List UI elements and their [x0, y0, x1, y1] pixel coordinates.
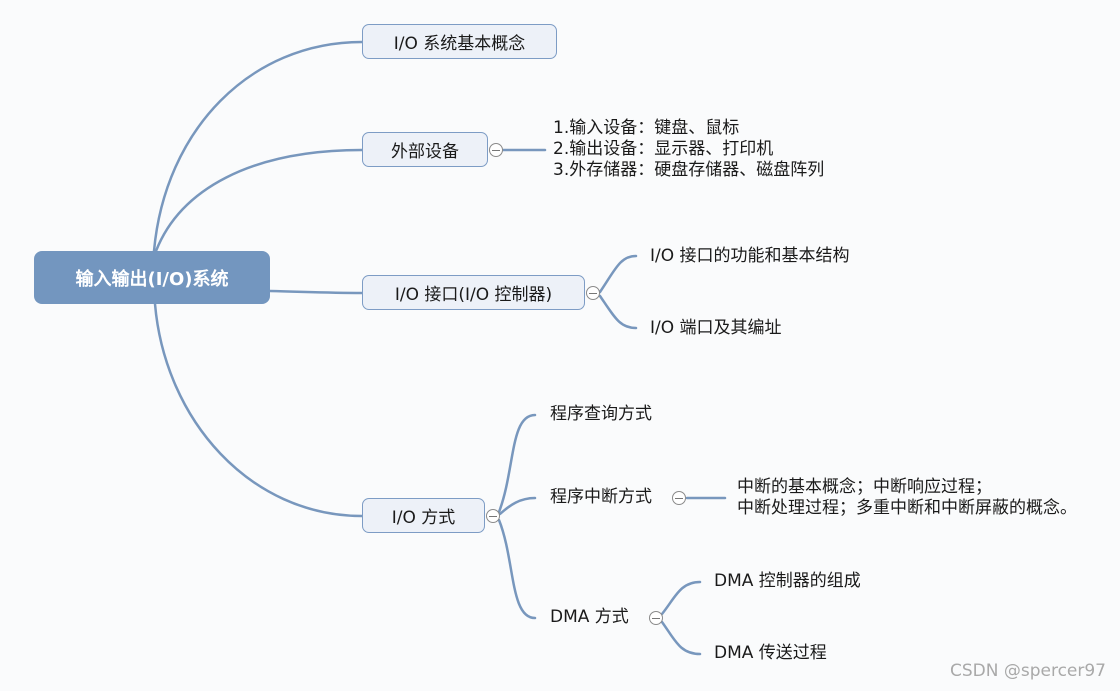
node-interface-function[interactable]: I/O 接口的功能和基本结构	[650, 246, 850, 267]
collapse-devices-icon[interactable]	[489, 143, 503, 157]
node-label: I/O 系统基本概念	[393, 34, 526, 54]
root-label: 输入输出(I/O)系统	[75, 268, 229, 290]
node-io-basic-concepts[interactable]: I/O 系统基本概念	[362, 24, 557, 59]
node-polling[interactable]: 程序查询方式	[550, 404, 652, 425]
detail-line: 2.输出设备：显示器、打印机	[553, 139, 774, 159]
node-io-interface[interactable]: I/O 接口(I/O 控制器)	[362, 275, 585, 310]
detail-line: 中断处理过程；多重中断和中断屏蔽的概念。	[737, 498, 1077, 518]
link-root-methods	[153, 302, 364, 518]
connector-lines	[152, 40, 727, 656]
node-dma[interactable]: DMA 方式	[550, 607, 629, 628]
node-dma-controller[interactable]: DMA 控制器的组成	[714, 571, 861, 592]
root-node[interactable]: 输入输出(I/O)系统	[34, 251, 270, 304]
link-methods-interrupt	[498, 496, 537, 516]
link-interface-child2	[598, 294, 638, 330]
node-label: I/O 接口(I/O 控制器)	[394, 285, 553, 305]
node-external-devices[interactable]: 外部设备	[362, 132, 488, 167]
link-root-basic	[152, 40, 364, 253]
detail-line: 1.输入设备：键盘、鼠标	[553, 118, 740, 138]
detail-line: 3.外存储器：硬盘存储器、磁盘阵列	[553, 160, 825, 180]
node-io-methods[interactable]: I/O 方式	[362, 498, 485, 533]
link-dma-child2	[660, 620, 702, 656]
link-methods-dma	[497, 518, 537, 620]
collapse-dma-icon[interactable]	[649, 611, 663, 625]
node-interface-ports[interactable]: I/O 端口及其编址	[650, 318, 782, 339]
interrupt-details: 中断的基本概念；中断响应过程； 中断处理过程；多重中断和中断屏蔽的概念。	[737, 477, 1077, 519]
node-label: I/O 方式	[391, 508, 456, 528]
link-root-interface	[268, 289, 364, 295]
node-dma-transfer[interactable]: DMA 传送过程	[714, 643, 827, 664]
link-dma-child1	[660, 580, 702, 616]
collapse-interface-icon[interactable]	[586, 286, 600, 300]
detail-line: 中断的基本概念；中断响应过程；	[737, 477, 992, 497]
node-label: 外部设备	[391, 142, 459, 162]
collapse-interrupt-icon[interactable]	[672, 491, 686, 505]
devices-details: 1.输入设备：键盘、鼠标 2.输出设备：显示器、打印机 3.外存储器：硬盘存储器…	[553, 118, 824, 181]
collapse-methods-icon[interactable]	[486, 509, 500, 523]
link-root-devices	[154, 148, 364, 253]
watermark: CSDN @spercer97	[949, 661, 1106, 681]
node-interrupt[interactable]: 程序中断方式	[550, 487, 652, 508]
link-interface-child1	[598, 254, 638, 294]
